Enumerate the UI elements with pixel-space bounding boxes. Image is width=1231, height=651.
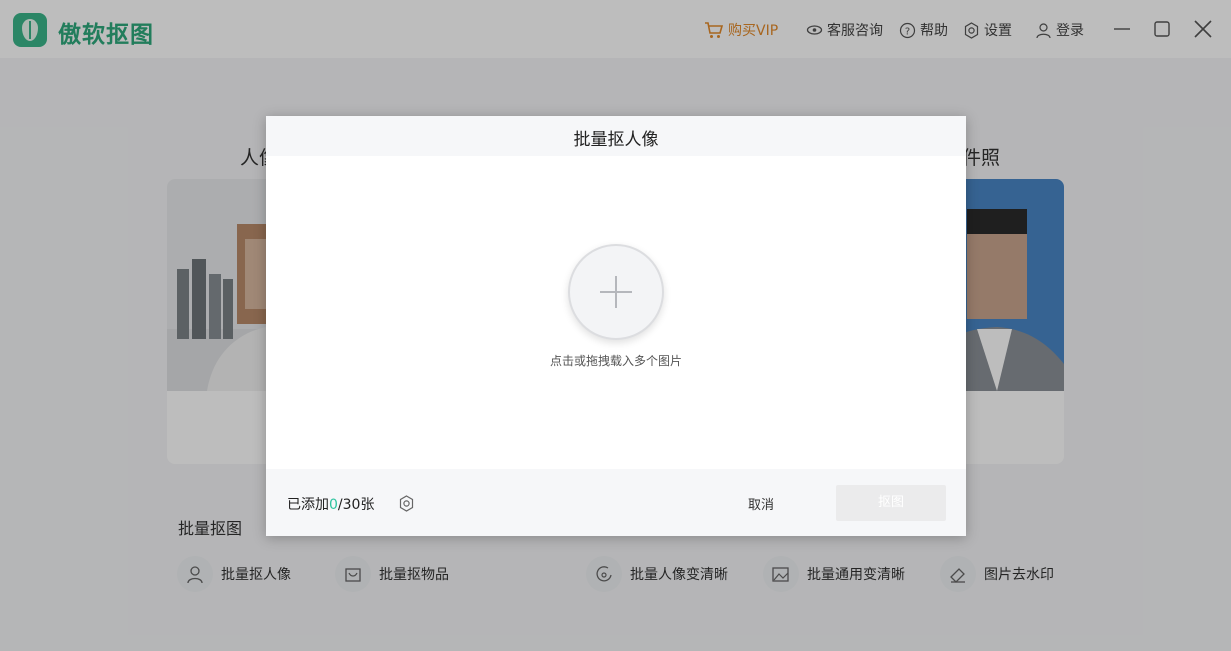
batch-portrait-dialog: 批量抠人像 点击或拖拽载入多个图片 已添加0/30张 取消 抠图 — [266, 116, 966, 536]
added-count-prefix: 已添加 — [287, 497, 329, 513]
gear-icon[interactable] — [398, 495, 415, 512]
add-images-button[interactable] — [568, 244, 664, 340]
dialog-title: 批量抠人像 — [573, 130, 659, 150]
plus-icon-stroke — [615, 276, 617, 308]
added-count-value: 0 — [329, 497, 338, 513]
cancel-button[interactable]: 取消 — [736, 494, 786, 513]
dialog-footer: 已添加0/30张 取消 抠图 — [266, 469, 966, 536]
added-count: 已添加0/30张 — [287, 494, 374, 514]
added-count-suffix: /30张 — [337, 497, 375, 513]
upload-hint: 点击或拖拽载入多个图片 — [549, 354, 682, 368]
dialog-header: 批量抠人像 — [266, 116, 966, 156]
start-cutout-button[interactable]: 抠图 — [836, 485, 946, 521]
